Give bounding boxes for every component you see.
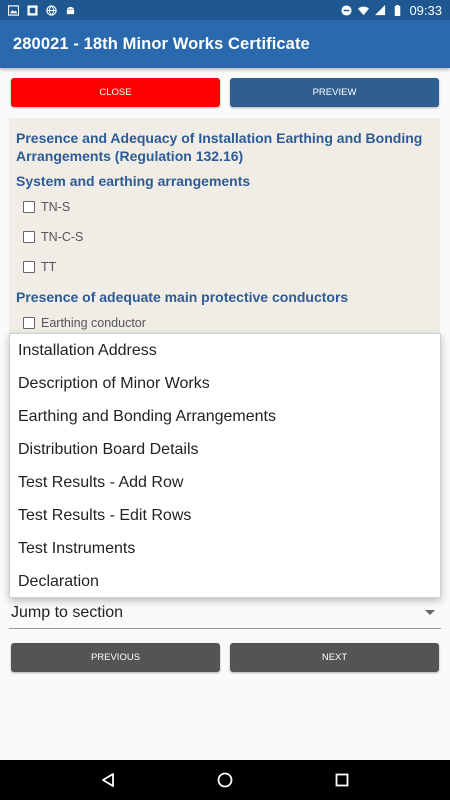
checkbox-icon[interactable]: [23, 261, 35, 273]
nav-back-button[interactable]: [88, 760, 128, 800]
checkbox-icon[interactable]: [23, 317, 35, 329]
recents-square-icon: [335, 773, 349, 787]
nav-home-button[interactable]: [205, 760, 245, 800]
signal-icon: [375, 4, 386, 15]
system-arrangements-heading: System and earthing arrangements: [16, 173, 251, 189]
checkbox-icon[interactable]: [23, 231, 35, 243]
checkbox-tn-s[interactable]: TN-S: [23, 200, 70, 214]
checkbox-label: TT: [41, 260, 57, 274]
dropdown-item-description-of-minor-works[interactable]: Description of Minor Works: [10, 367, 440, 400]
dropdown-item-distribution-board-details[interactable]: Distribution Board Details: [10, 433, 440, 466]
next-button[interactable]: NEXT: [230, 643, 439, 672]
app-title: 280021 - 18th Minor Works Certificate: [13, 34, 310, 53]
battery-icon: [395, 4, 401, 16]
checkbox-earthing-conductor[interactable]: Earthing conductor: [23, 316, 146, 330]
image-icon: [8, 4, 19, 16]
checkbox-icon[interactable]: [23, 201, 35, 213]
android-icon: [66, 6, 75, 14]
back-triangle-icon: [102, 773, 115, 787]
checkbox-tn-c-s[interactable]: TN-C-S: [23, 230, 83, 244]
preview-button[interactable]: PREVIEW: [230, 78, 439, 107]
checkbox-tt[interactable]: TT: [23, 260, 56, 274]
dropdown-item-test-results-add-row[interactable]: Test Results - Add Row: [10, 466, 440, 499]
protective-conductors-heading: Presence of adequate main protective con…: [16, 289, 349, 305]
jump-to-section-label: Jump to section: [11, 603, 124, 621]
section-heading: Presence and Adequacy of Installation Ea…: [16, 130, 423, 164]
previous-button[interactable]: PREVIOUS: [11, 643, 220, 672]
dnd-icon: [341, 4, 352, 16]
caret-down-icon: [425, 610, 435, 615]
earthing-section-panel: Presence and Adequacy of Installation Ea…: [9, 118, 440, 333]
status-time: 09:33: [409, 2, 442, 18]
wifi-icon: [358, 6, 370, 15]
status-bar: 09:33: [0, 0, 450, 20]
app-bar: 280021 - 18th Minor Works Certificate: [0, 20, 450, 68]
checkbox-label: TN-S: [41, 200, 71, 214]
dropdown-item-test-results-edit-rows[interactable]: Test Results - Edit Rows: [10, 499, 440, 532]
globe-icon: [46, 4, 57, 16]
home-circle-icon: [217, 772, 233, 788]
sim-icon: [27, 4, 38, 16]
close-button[interactable]: CLOSE: [11, 78, 220, 107]
checkbox-label: Earthing conductor: [41, 316, 146, 330]
jump-to-section-select[interactable]: Jump to section: [9, 597, 441, 629]
status-right: 09:33: [341, 3, 442, 18]
dropdown-item-test-instruments[interactable]: Test Instruments: [10, 532, 440, 565]
checkbox-label: TN-C-S: [41, 230, 84, 244]
nav-recents-button[interactable]: [322, 760, 362, 800]
jump-to-section-dropdown-list: Installation Address Description of Mino…: [9, 333, 441, 598]
dropdown-item-earthing-and-bonding[interactable]: Earthing and Bonding Arrangements: [10, 400, 440, 433]
status-left-icons: [8, 4, 76, 16]
dropdown-item-declaration[interactable]: Declaration: [10, 565, 440, 597]
dropdown-item-installation-address[interactable]: Installation Address: [10, 334, 440, 367]
android-nav-bar: [0, 760, 450, 800]
